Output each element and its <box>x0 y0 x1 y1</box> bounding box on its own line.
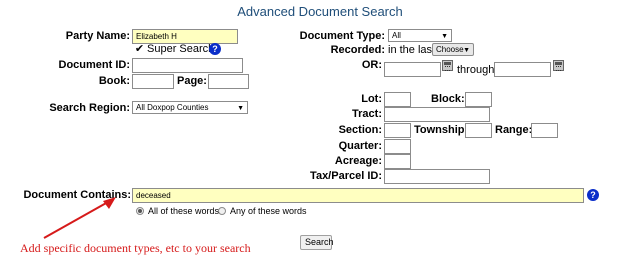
checkbox-checked-icon[interactable]: ✔ <box>134 44 145 55</box>
chevron-down-icon: ▼ <box>441 33 448 40</box>
search-region-value: All Doxpop Counties <box>136 103 209 112</box>
tract-label: Tract: <box>352 108 382 120</box>
document-id-label: Document ID: <box>58 59 131 71</box>
date-to-input[interactable] <box>494 62 551 77</box>
or-label: OR: <box>361 59 382 71</box>
acreage-label: Acreage: <box>334 155 382 167</box>
through-text: through <box>457 64 495 76</box>
any-words-label: Any of these words <box>230 206 307 216</box>
township-label: Township: <box>414 124 469 136</box>
quarter-label: Quarter: <box>338 140 382 152</box>
block-input[interactable] <box>465 92 492 107</box>
document-id-input[interactable] <box>132 58 243 73</box>
quarter-input[interactable] <box>384 139 411 154</box>
acreage-input[interactable] <box>384 154 411 169</box>
book-label: Book: <box>98 75 130 87</box>
calendar-icon[interactable] <box>442 60 453 71</box>
search-button[interactable]: Search <box>300 235 334 250</box>
calendar-icon[interactable] <box>553 60 564 71</box>
tract-input[interactable] <box>384 107 490 122</box>
page-title: Advanced Document Search <box>237 4 403 19</box>
section-label: Section: <box>338 124 382 136</box>
recorded-choose-select[interactable]: Choose ▼ <box>432 43 474 56</box>
all-words-label: All of these words <box>148 206 220 216</box>
party-name-input[interactable]: Elizabeth H <box>132 29 238 44</box>
super-search-label: Super Search <box>147 43 215 55</box>
block-label: Block: <box>431 93 465 105</box>
date-from-input[interactable] <box>384 62 441 77</box>
page-label: Page: <box>177 75 207 87</box>
tax-parcel-label: Tax/Parcel ID: <box>310 170 382 182</box>
recorded-choose-value: Choose <box>436 45 464 54</box>
range-input[interactable] <box>531 123 558 138</box>
radio-all-words[interactable] <box>136 207 144 215</box>
section-input[interactable] <box>384 123 411 138</box>
search-region-select[interactable]: All Doxpop Counties ▼ <box>132 101 248 114</box>
document-type-value: All <box>392 31 401 40</box>
red-arrow-icon <box>43 197 116 239</box>
tax-parcel-input[interactable] <box>384 169 490 184</box>
recorded-label: Recorded: <box>330 44 385 56</box>
book-input[interactable] <box>132 74 174 89</box>
range-label: Range: <box>495 124 533 136</box>
document-contains-input[interactable]: deceased <box>132 188 584 203</box>
township-input[interactable] <box>465 123 492 138</box>
annotation-text: Add specific document types, etc to your… <box>20 241 251 255</box>
help-icon[interactable]: ? <box>209 43 221 55</box>
chevron-down-icon: ▼ <box>237 105 244 112</box>
lot-label: Lot: <box>361 93 382 105</box>
help-icon[interactable]: ? <box>587 189 599 201</box>
page-input[interactable] <box>208 74 249 89</box>
radio-any-words[interactable] <box>218 207 226 215</box>
chevron-down-icon: ▼ <box>463 47 470 54</box>
document-type-select[interactable]: All ▼ <box>388 29 452 42</box>
lot-input[interactable] <box>384 92 411 107</box>
search-region-label: Search Region: <box>49 102 130 114</box>
document-type-label: Document Type: <box>299 30 385 42</box>
party-name-label: Party Name: <box>65 30 130 42</box>
recorded-text: in the last <box>388 44 436 56</box>
